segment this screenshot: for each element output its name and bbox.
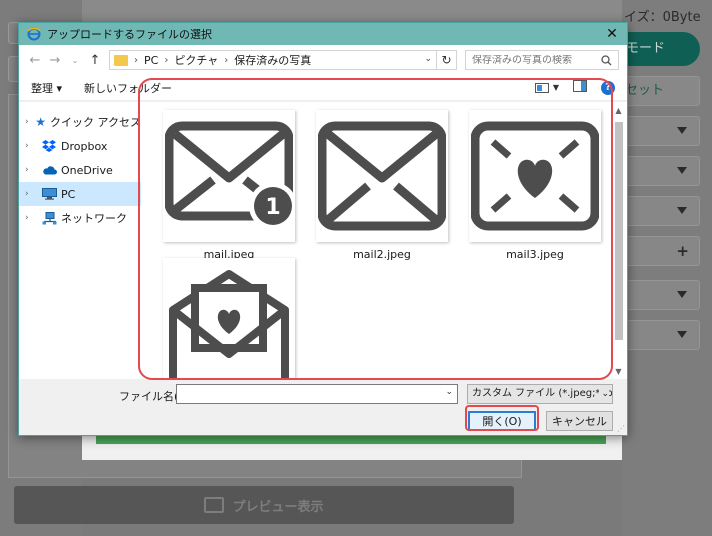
new-folder-button[interactable]: 新しいフォルダー xyxy=(84,80,172,96)
pc-icon xyxy=(41,187,57,201)
dialog-titlebar[interactable]: アップロードするファイルの選択 ✕ xyxy=(19,23,627,45)
nav-item-label: クイック アクセス xyxy=(50,116,141,129)
back-arrow-icon[interactable]: ← xyxy=(25,50,45,70)
bg-preview-button: プレビュー表示 xyxy=(14,486,514,524)
scroll-up-icon[interactable]: ▲ xyxy=(610,102,627,118)
up-arrow-icon[interactable]: ↑ xyxy=(85,50,105,70)
file-item-open-envelope[interactable] xyxy=(163,258,295,379)
file-thumbnail[interactable]: 1 xyxy=(163,110,295,242)
open-button[interactable]: 開く(O) xyxy=(468,411,536,431)
chevron-down-icon xyxy=(677,291,687,298)
plus-icon: + xyxy=(676,242,689,260)
breadcrumb-separator-icon: › xyxy=(164,54,169,66)
file-item-mail3[interactable]: mail3.jpeg xyxy=(469,110,601,261)
scrollbar-thumb[interactable] xyxy=(615,122,623,340)
file-thumbnail[interactable] xyxy=(469,110,601,242)
preview-pane-icon[interactable] xyxy=(573,80,587,95)
nav-item-label: ネットワーク xyxy=(61,212,127,225)
dialog-title: アップロードするファイルの選択 xyxy=(47,28,212,41)
chevron-down-icon xyxy=(677,167,687,174)
recent-locations-chevron-icon[interactable]: ⌄ xyxy=(65,50,85,70)
file-thumbnail[interactable] xyxy=(163,258,295,379)
file-item-mail[interactable]: 1 mail.jpeg xyxy=(163,110,295,261)
envelope-icon xyxy=(318,121,446,231)
nav-item-quick-access[interactable]: › ★ クイック アクセス xyxy=(19,110,141,134)
browser-app-icon xyxy=(27,27,41,41)
envelope-badge-1-icon: 1 xyxy=(165,121,293,230)
chevron-down-icon xyxy=(677,331,687,338)
envelope-heart-icon xyxy=(471,121,599,231)
dialog-footer: ファイル名(N): ⌄ カスタム ファイル (*.jpeg;*.jpg;*.jp… xyxy=(19,379,627,435)
file-name[interactable]: mail2.jpeg xyxy=(316,248,448,261)
bg-preview-label: プレビュー表示 xyxy=(232,499,324,515)
file-thumbnail[interactable] xyxy=(316,110,448,242)
file-type-select[interactable]: カスタム ファイル (*.jpeg;*.jpg;*.jpe ⌄ xyxy=(467,384,613,404)
breadcrumb-separator-icon: › xyxy=(134,54,138,66)
resize-grip-icon[interactable]: ⋰ xyxy=(617,424,625,433)
expand-chevron-icon[interactable]: › xyxy=(25,141,37,151)
breadcrumb-saved-pictures[interactable]: 保存済みの写真 xyxy=(234,52,311,68)
expand-chevron-icon[interactable]: › xyxy=(25,213,37,223)
expand-chevron-icon[interactable]: › xyxy=(25,189,37,199)
bg-progress-bar xyxy=(96,436,606,444)
search-icon xyxy=(601,54,612,66)
address-bar[interactable]: › PC › ピクチャ › 保存済みの写真 ⌄ ↻ xyxy=(109,50,457,70)
file-item-mail2[interactable]: mail2.jpeg xyxy=(316,110,448,261)
forward-arrow-icon[interactable]: → xyxy=(45,50,65,70)
nav-item-label: Dropbox xyxy=(61,139,108,153)
cancel-button[interactable]: キャンセル xyxy=(546,411,613,431)
expand-chevron-icon[interactable]: › xyxy=(25,165,37,175)
nav-item-pc[interactable]: › PC xyxy=(19,182,141,206)
breadcrumb-pictures[interactable]: ピクチャ xyxy=(174,52,218,68)
network-icon xyxy=(41,211,57,225)
navigation-bar: ← → ⌄ ↑ › PC › ピクチャ › 保存済みの写真 ⌄ ↻ xyxy=(19,45,627,75)
view-options-icon[interactable]: ▼ xyxy=(534,82,559,93)
command-toolbar: 整理 ▾ 新しいフォルダー ▼ ? xyxy=(19,75,627,101)
nav-item-onedrive[interactable]: › OneDrive xyxy=(19,158,141,182)
badge-count: 1 xyxy=(265,195,280,220)
folder-icon xyxy=(114,54,128,66)
help-icon[interactable]: ? xyxy=(601,80,615,95)
nav-item-label: PC xyxy=(61,187,76,201)
refresh-icon[interactable]: ↻ xyxy=(436,51,456,69)
address-dropdown-icon[interactable]: ⌄ xyxy=(424,54,432,64)
chevron-down-icon[interactable]: ⌄ xyxy=(445,387,453,397)
search-input[interactable] xyxy=(472,54,601,66)
breadcrumb-pc[interactable]: PC xyxy=(144,54,158,67)
chevron-down-icon[interactable]: ⌄ xyxy=(599,385,609,403)
file-type-value: カスタム ファイル (*.jpeg;*.jpg;*.jpe xyxy=(472,388,613,399)
scroll-down-icon[interactable]: ▼ xyxy=(610,363,627,379)
navigation-pane: › ★ クイック アクセス › Dropbox › OneDrive › PC … xyxy=(19,102,141,379)
file-name[interactable]: mail3.jpeg xyxy=(469,248,601,261)
organize-menu[interactable]: 整理 ▾ xyxy=(31,80,62,96)
preview-icon xyxy=(204,497,225,513)
close-button[interactable]: ✕ xyxy=(597,23,627,45)
vertical-scrollbar[interactable]: ▲ ▼ xyxy=(610,102,627,379)
dialog-body: › ★ クイック アクセス › Dropbox › OneDrive › PC … xyxy=(19,102,627,379)
file-list-area: 1 mail.jpeg mail2.jpeg mail3.jpeg ▲ ▼ xyxy=(141,102,627,379)
breadcrumb-separator-icon: › xyxy=(224,54,229,66)
nav-item-label: OneDrive xyxy=(61,163,113,177)
file-open-dialog: アップロードするファイルの選択 ✕ ← → ⌄ ↑ › PC › ピクチャ › … xyxy=(18,22,628,436)
search-box[interactable] xyxy=(465,50,619,70)
star-icon: ★ xyxy=(35,115,47,129)
chevron-down-icon xyxy=(677,127,687,134)
filename-input[interactable]: ⌄ xyxy=(176,384,458,404)
nav-item-network[interactable]: › ネットワーク xyxy=(19,206,141,230)
expand-chevron-icon[interactable]: › xyxy=(25,117,31,127)
open-envelope-heart-letter-icon xyxy=(169,270,289,379)
dropbox-icon xyxy=(41,139,57,153)
nav-item-dropbox[interactable]: › Dropbox xyxy=(19,134,141,158)
bg-size-label: イズ：0Byte xyxy=(624,10,701,25)
chevron-down-icon xyxy=(677,207,687,214)
cloud-icon xyxy=(41,163,57,177)
